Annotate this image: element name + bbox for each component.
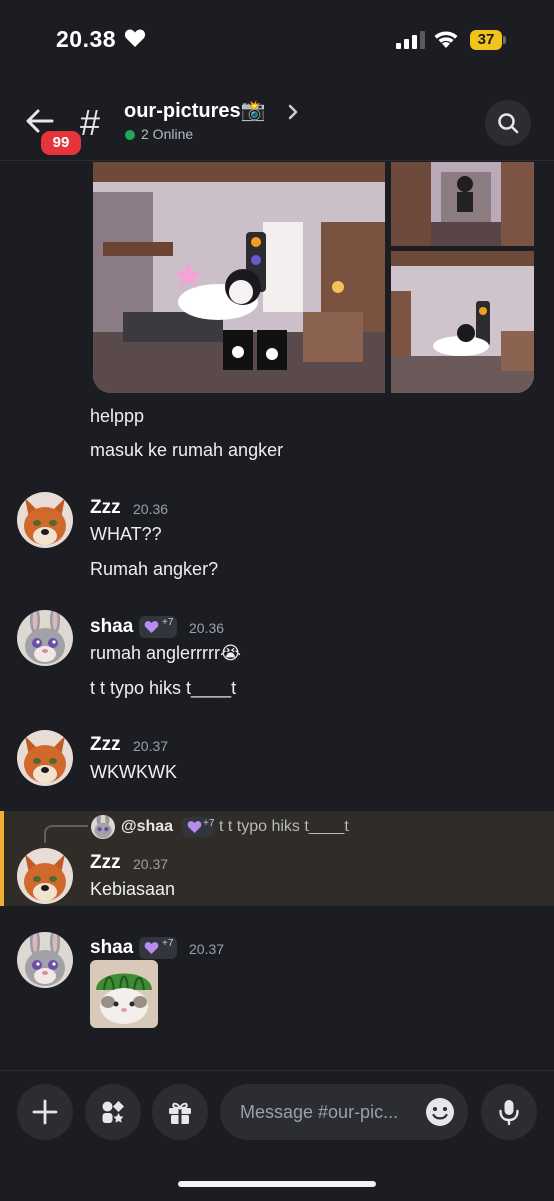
search-button[interactable] — [485, 100, 531, 146]
home-indicator[interactable] — [178, 1181, 376, 1187]
message-text: Kebiasaan — [90, 879, 176, 899]
screenshot-image-top-right[interactable] — [391, 162, 534, 246]
screenshot-image-main[interactable] — [93, 162, 385, 393]
message-text: Rumah angker? — [90, 559, 219, 579]
reply-preview-text[interactable]: t t typo hiks t____t — [219, 818, 349, 836]
cat-sticker-image[interactable] — [90, 960, 158, 1028]
cellular-signal-icon — [396, 31, 425, 49]
avatar-zzz[interactable] — [17, 848, 73, 904]
message-timestamp: 20.37 — [133, 856, 169, 872]
fox-avatar-image — [17, 848, 73, 904]
online-count: 2 Online — [141, 126, 194, 142]
message-timestamp: 20.37 — [133, 738, 169, 754]
channel-name[interactable]: our-pictures📸 — [124, 98, 266, 123]
avatar-zzz[interactable] — [17, 730, 73, 786]
battery-tip — [503, 36, 506, 44]
search-icon — [498, 113, 519, 134]
fox-avatar-image — [17, 492, 73, 548]
message-text: t t typo hiks t____t — [90, 678, 237, 698]
message-text: masuk ke rumah angker — [90, 440, 284, 460]
channel-header: 99 # our-pictures📸 2 Online — [0, 84, 554, 161]
role-count: +7 — [162, 617, 174, 628]
role-count: +7 — [203, 818, 215, 829]
battery-indicator: 37 — [470, 30, 506, 50]
avatar-zzz[interactable] — [17, 492, 73, 548]
message-author[interactable]: Zzz — [90, 497, 121, 519]
message-text: helppp — [90, 406, 145, 426]
bunny-avatar-image — [17, 610, 73, 666]
message-timestamp: 20.37 — [189, 941, 225, 957]
status-bar: 20.38 37 — [0, 0, 554, 84]
voice-message-button[interactable] — [481, 1084, 537, 1140]
image-gallery — [93, 162, 534, 393]
fox-avatar-image — [17, 730, 73, 786]
reply-avatar-shaa[interactable] — [91, 815, 115, 839]
reply-connector — [44, 825, 88, 843]
mention-highlight-bar — [0, 811, 4, 906]
wifi-icon — [434, 31, 458, 48]
message-author[interactable]: shaa — [90, 937, 133, 959]
plus-icon — [32, 1099, 58, 1125]
purple-heart-icon — [187, 821, 202, 833]
role-tag[interactable]: +7 — [139, 937, 177, 959]
bunny-avatar-image — [91, 815, 115, 839]
status-time: 20.38 — [56, 26, 117, 52]
channel-hash-icon: # — [80, 102, 101, 143]
purple-heart-icon — [144, 942, 159, 954]
heart-icon — [124, 29, 146, 47]
role-tag[interactable]: +7 — [139, 616, 177, 638]
gift-button[interactable] — [152, 1084, 208, 1140]
message-author[interactable]: shaa — [90, 616, 133, 638]
role-count: +7 — [162, 938, 174, 949]
message-timestamp: 20.36 — [133, 501, 169, 517]
gift-icon — [169, 1102, 191, 1124]
message-author[interactable]: Zzz — [90, 734, 121, 756]
purple-heart-icon — [144, 621, 159, 633]
message-text: rumah anglerrrrr😭 — [90, 643, 242, 663]
add-attachment-button[interactable] — [17, 1084, 73, 1140]
role-tag[interactable]: +7 — [182, 817, 214, 837]
apps-icon — [102, 1101, 124, 1123]
apps-button[interactable] — [85, 1084, 141, 1140]
message-text: WHAT?? — [90, 524, 162, 544]
emoji-icon[interactable] — [424, 1096, 456, 1128]
cat-with-watermelon-hat-image — [90, 960, 158, 1028]
chevron-right-icon[interactable] — [286, 102, 300, 122]
message-author[interactable]: Zzz — [90, 852, 121, 874]
message-timestamp: 20.36 — [189, 620, 225, 636]
microphone-icon — [499, 1100, 519, 1126]
online-indicator — [125, 130, 135, 140]
reply-author[interactable]: @shaa — [121, 818, 173, 836]
avatar-shaa[interactable] — [17, 610, 73, 666]
message-text: WKWKWK — [90, 762, 177, 782]
bunny-avatar-image — [17, 932, 73, 988]
unread-badge: 99 — [38, 128, 84, 158]
avatar-shaa[interactable] — [17, 932, 73, 988]
battery-level: 37 — [477, 31, 495, 48]
screenshot-image-bottom-right[interactable] — [391, 251, 534, 393]
